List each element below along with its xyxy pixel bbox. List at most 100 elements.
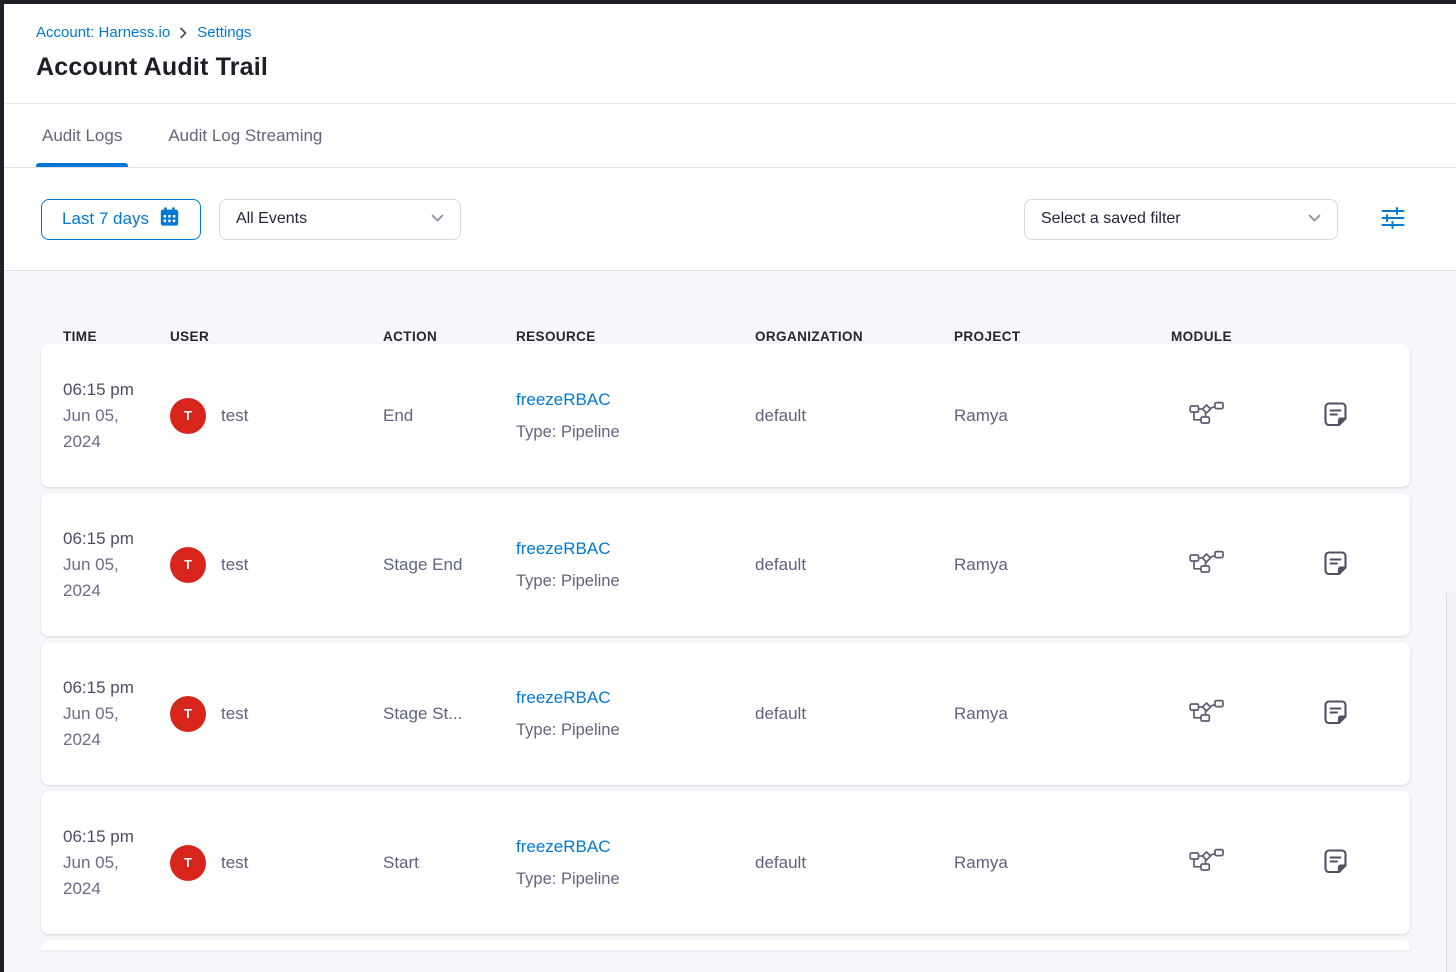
- vertical-scrollbar[interactable]: [1446, 593, 1456, 972]
- event-date-line2: 2024: [63, 876, 170, 902]
- user-cell: T test: [170, 696, 383, 732]
- filter-bar: Last 7 days All Events Select a saved fi…: [4, 168, 1456, 271]
- table-row: 06:15 pm Jun 05, 2024 T test End freezeR…: [41, 344, 1410, 487]
- column-header-action: ACTION: [383, 329, 516, 344]
- resource-type: Type: Pipeline: [516, 866, 755, 893]
- project-cell: Ramya: [954, 406, 1171, 426]
- account-audit-trail-page: Account: Harness.io Settings Account Aud…: [0, 0, 1456, 972]
- user-name: test: [221, 853, 248, 873]
- filter-settings-button[interactable]: [1376, 202, 1410, 236]
- event-summary-button[interactable]: [1321, 847, 1350, 879]
- resource-cell: freezeRBAC Type: Pipeline: [516, 386, 755, 446]
- note-icon: [1321, 400, 1350, 432]
- tab-audit-logs-label: Audit Logs: [42, 126, 122, 146]
- breadcrumb-settings-link[interactable]: Settings: [197, 24, 251, 41]
- organization-cell: default: [755, 853, 954, 873]
- tab-bar: Audit Logs Audit Log Streaming: [4, 104, 1456, 168]
- user-name: test: [221, 704, 248, 724]
- event-time: 06:15 pm: [63, 675, 170, 701]
- sliders-icon: [1381, 207, 1405, 232]
- pipeline-icon: [1189, 549, 1224, 580]
- organization-cell: default: [755, 555, 954, 575]
- resource-cell: freezeRBAC Type: Pipeline: [516, 684, 755, 744]
- time-cell: 06:15 pm Jun 05, 2024: [63, 675, 170, 753]
- event-date-line2: 2024: [63, 429, 170, 455]
- resource-link[interactable]: freezeRBAC: [516, 535, 610, 562]
- pipeline-icon: [1189, 847, 1224, 878]
- resource-type: Type: Pipeline: [516, 717, 755, 744]
- action-cell: End: [383, 406, 516, 426]
- event-time: 06:15 pm: [63, 377, 170, 403]
- details-cell: [1311, 847, 1410, 879]
- event-time: 06:15 pm: [63, 526, 170, 552]
- note-icon: [1321, 549, 1350, 581]
- date-range-label: Last 7 days: [62, 209, 149, 229]
- time-cell: 06:15 pm Jun 05, 2024: [63, 526, 170, 604]
- user-name: test: [221, 555, 248, 575]
- event-date-line1: Jun 05,: [63, 701, 170, 727]
- resource-link[interactable]: freezeRBAC: [516, 684, 610, 711]
- avatar: T: [170, 696, 206, 732]
- saved-filter-placeholder: Select a saved filter: [1041, 210, 1181, 228]
- resource-link[interactable]: freezeRBAC: [516, 386, 610, 413]
- breadcrumb-account-link[interactable]: Account: Harness.io: [36, 24, 170, 41]
- resource-link[interactable]: freezeRBAC: [516, 833, 610, 860]
- tab-audit-log-streaming-label: Audit Log Streaming: [168, 126, 322, 146]
- tab-audit-logs[interactable]: Audit Logs: [36, 104, 128, 167]
- active-tab-underline: [36, 163, 128, 167]
- table-row-partial: [41, 940, 1410, 950]
- table-body: 06:15 pm Jun 05, 2024 T test End freezeR…: [41, 344, 1410, 934]
- resource-cell: freezeRBAC Type: Pipeline: [516, 833, 755, 893]
- event-date-line2: 2024: [63, 578, 170, 604]
- pipeline-icon: [1189, 698, 1224, 729]
- tab-audit-log-streaming[interactable]: Audit Log Streaming: [162, 104, 328, 167]
- table-header-row: TIME USER ACTION RESOURCE ORGANIZATION P…: [41, 271, 1410, 344]
- project-cell: Ramya: [954, 555, 1171, 575]
- project-cell: Ramya: [954, 853, 1171, 873]
- column-header-time: TIME: [63, 329, 170, 344]
- saved-filter-dropdown[interactable]: Select a saved filter: [1024, 199, 1338, 240]
- event-time: 06:15 pm: [63, 824, 170, 850]
- events-dropdown-value: All Events: [236, 210, 307, 228]
- table-row: 06:15 pm Jun 05, 2024 T test Stage St...…: [41, 642, 1410, 785]
- pipeline-icon: [1189, 400, 1224, 431]
- chevron-right-icon: [179, 27, 188, 39]
- organization-cell: default: [755, 406, 954, 426]
- project-cell: Ramya: [954, 704, 1171, 724]
- column-header-organization: ORGANIZATION: [755, 329, 954, 344]
- page-header: Account: Harness.io Settings Account Aud…: [4, 4, 1456, 104]
- column-header-module: MODULE: [1171, 329, 1311, 344]
- user-cell: T test: [170, 398, 383, 434]
- column-header-project: PROJECT: [954, 329, 1171, 344]
- event-summary-button[interactable]: [1321, 400, 1350, 432]
- organization-cell: default: [755, 704, 954, 724]
- event-summary-button[interactable]: [1321, 698, 1350, 730]
- event-summary-button[interactable]: [1321, 549, 1350, 581]
- calendar-icon: [159, 206, 180, 232]
- details-cell: [1311, 549, 1410, 581]
- chevron-down-icon: [431, 210, 444, 228]
- resource-cell: freezeRBAC Type: Pipeline: [516, 535, 755, 595]
- details-cell: [1311, 698, 1410, 730]
- column-header-resource: RESOURCE: [516, 329, 755, 344]
- breadcrumb: Account: Harness.io Settings: [36, 24, 1420, 41]
- user-name: test: [221, 406, 248, 426]
- module-cell: [1171, 400, 1311, 431]
- action-cell: Stage End: [383, 555, 516, 575]
- resource-type: Type: Pipeline: [516, 568, 755, 595]
- table-row: 06:15 pm Jun 05, 2024 T test Start freez…: [41, 791, 1410, 934]
- table-row: 06:15 pm Jun 05, 2024 T test Stage End f…: [41, 493, 1410, 636]
- action-cell: Stage St...: [383, 704, 516, 724]
- audit-log-table: TIME USER ACTION RESOURCE ORGANIZATION P…: [4, 271, 1456, 972]
- details-cell: [1311, 400, 1410, 432]
- page-title: Account Audit Trail: [36, 53, 1420, 82]
- event-date-line1: Jun 05,: [63, 552, 170, 578]
- event-date-line1: Jun 05,: [63, 850, 170, 876]
- module-cell: [1171, 549, 1311, 580]
- avatar: T: [170, 398, 206, 434]
- events-dropdown[interactable]: All Events: [219, 199, 461, 240]
- date-range-button[interactable]: Last 7 days: [41, 199, 201, 240]
- user-cell: T test: [170, 547, 383, 583]
- note-icon: [1321, 847, 1350, 879]
- user-cell: T test: [170, 845, 383, 881]
